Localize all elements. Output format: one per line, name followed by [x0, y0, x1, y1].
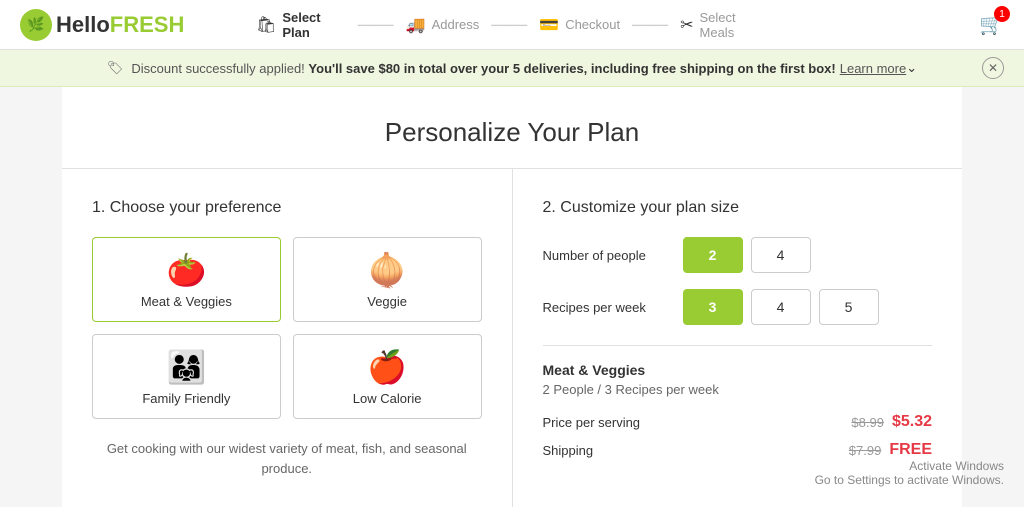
address-label: Address	[432, 17, 480, 32]
family-friendly-icon: 👨‍👩‍👧	[166, 351, 206, 383]
nav-step-select-plan[interactable]: 🛍 Select Plan	[256, 10, 346, 40]
people-option-2[interactable]: 2	[683, 237, 743, 273]
price-per-serving-value: $8.99 $5.32	[851, 413, 932, 431]
sections-wrapper: 1. Choose your preference 🍅 Meat & Veggi…	[62, 168, 962, 507]
right-section: 2. Customize your plan size Number of pe…	[513, 169, 963, 507]
main-content: Personalize Your Plan 1. Choose your pre…	[62, 87, 962, 507]
veggie-icon: 🧅	[367, 254, 407, 286]
header: 🌿 HelloFRESH 🛍 Select Plan —— 🚚 Address …	[0, 0, 1024, 50]
veggie-label: Veggie	[367, 294, 407, 309]
logo-text: HelloFRESH	[56, 12, 184, 38]
preference-veggie[interactable]: 🧅 Veggie	[293, 237, 482, 322]
recipes-option-5[interactable]: 5	[819, 289, 879, 325]
content-area: Personalize Your Plan 1. Choose your pre…	[0, 87, 1024, 507]
nav-sep-2: ——	[491, 14, 527, 35]
low-calorie-icon: 🍎	[367, 351, 407, 383]
recipes-row: Recipes per week 3 4 5	[543, 289, 933, 325]
preference-grid: 🍅 Meat & Veggies 🧅 Veggie 👨‍👩‍👧 Family F…	[92, 237, 482, 419]
price-per-serving-label: Price per serving	[543, 415, 641, 430]
logo: 🌿 HelloFRESH	[20, 9, 184, 41]
recipes-option-4[interactable]: 4	[751, 289, 811, 325]
preference-description: Get cooking with our widest variety of m…	[92, 439, 482, 478]
tag-icon: 🏷	[107, 60, 124, 76]
people-row: Number of people 2 4	[543, 237, 933, 273]
banner-chevron: ⌄	[906, 60, 917, 76]
select-plan-icon: 🛍	[256, 15, 276, 35]
close-banner-button[interactable]: ✕	[982, 57, 1004, 79]
nav-step-checkout[interactable]: 💳 Checkout	[539, 15, 620, 35]
page-title: Personalize Your Plan	[62, 87, 962, 168]
cart-button[interactable]: 🛒 1	[979, 12, 1004, 37]
nav-step-address[interactable]: 🚚 Address	[406, 15, 480, 35]
price-original: $8.99	[851, 415, 884, 430]
shipping-label: Shipping	[543, 443, 594, 458]
recipes-options: 3 4 5	[683, 289, 879, 325]
preference-family-friendly[interactable]: 👨‍👩‍👧 Family Friendly	[92, 334, 281, 419]
cart-badge: 1	[994, 6, 1010, 22]
plan-summary-detail: 2 People / 3 Recipes per week	[543, 382, 933, 397]
recipes-label: Recipes per week	[543, 300, 683, 315]
recipes-option-3[interactable]: 3	[683, 289, 743, 325]
select-meals-label: Select Meals	[700, 10, 768, 40]
address-icon: 🚚	[406, 15, 426, 35]
shipping-free: FREE	[889, 441, 932, 459]
nav-sep-3: ——	[632, 14, 668, 35]
shipping-value: $7.99 FREE	[849, 441, 932, 459]
discount-text-normal: Discount successfully applied!	[131, 61, 304, 76]
low-calorie-label: Low Calorie	[353, 391, 422, 406]
plan-summary: Meat & Veggies 2 People / 3 Recipes per …	[543, 345, 933, 459]
shipping-original: $7.99	[849, 443, 882, 458]
meat-veggies-label: Meat & Veggies	[141, 294, 232, 309]
checkout-icon: 💳	[539, 15, 559, 35]
price-new: $5.32	[892, 413, 932, 431]
section2-heading: 2. Customize your plan size	[543, 199, 933, 217]
learn-more-link[interactable]: Learn more	[840, 61, 906, 76]
logo-icon: 🌿	[20, 9, 52, 41]
nav-steps: 🛍 Select Plan —— 🚚 Address —— 💳 Checkout…	[256, 10, 768, 40]
price-per-serving-row: Price per serving $8.99 $5.32	[543, 413, 933, 431]
preference-low-calorie[interactable]: 🍎 Low Calorie	[293, 334, 482, 419]
select-meals-icon: ✂	[680, 15, 693, 35]
left-section: 1. Choose your preference 🍅 Meat & Veggi…	[62, 169, 513, 507]
discount-text-bold: You'll save $80 in total over your 5 del…	[308, 61, 835, 76]
select-plan-label: Select Plan	[282, 10, 345, 40]
plan-summary-name: Meat & Veggies	[543, 362, 933, 378]
checkout-label: Checkout	[565, 17, 620, 32]
preference-meat-veggies[interactable]: 🍅 Meat & Veggies	[92, 237, 281, 322]
family-friendly-label: Family Friendly	[142, 391, 230, 406]
discount-banner: 🏷 Discount successfully applied! You'll …	[0, 50, 1024, 87]
section1-heading: 1. Choose your preference	[92, 199, 482, 217]
nav-step-select-meals[interactable]: ✂ Select Meals	[680, 10, 768, 40]
people-option-4[interactable]: 4	[751, 237, 811, 273]
people-label: Number of people	[543, 248, 683, 263]
meat-veggies-icon: 🍅	[166, 254, 206, 286]
shipping-row: Shipping $7.99 FREE	[543, 441, 933, 459]
nav-sep-1: ——	[358, 14, 394, 35]
people-options: 2 4	[683, 237, 811, 273]
